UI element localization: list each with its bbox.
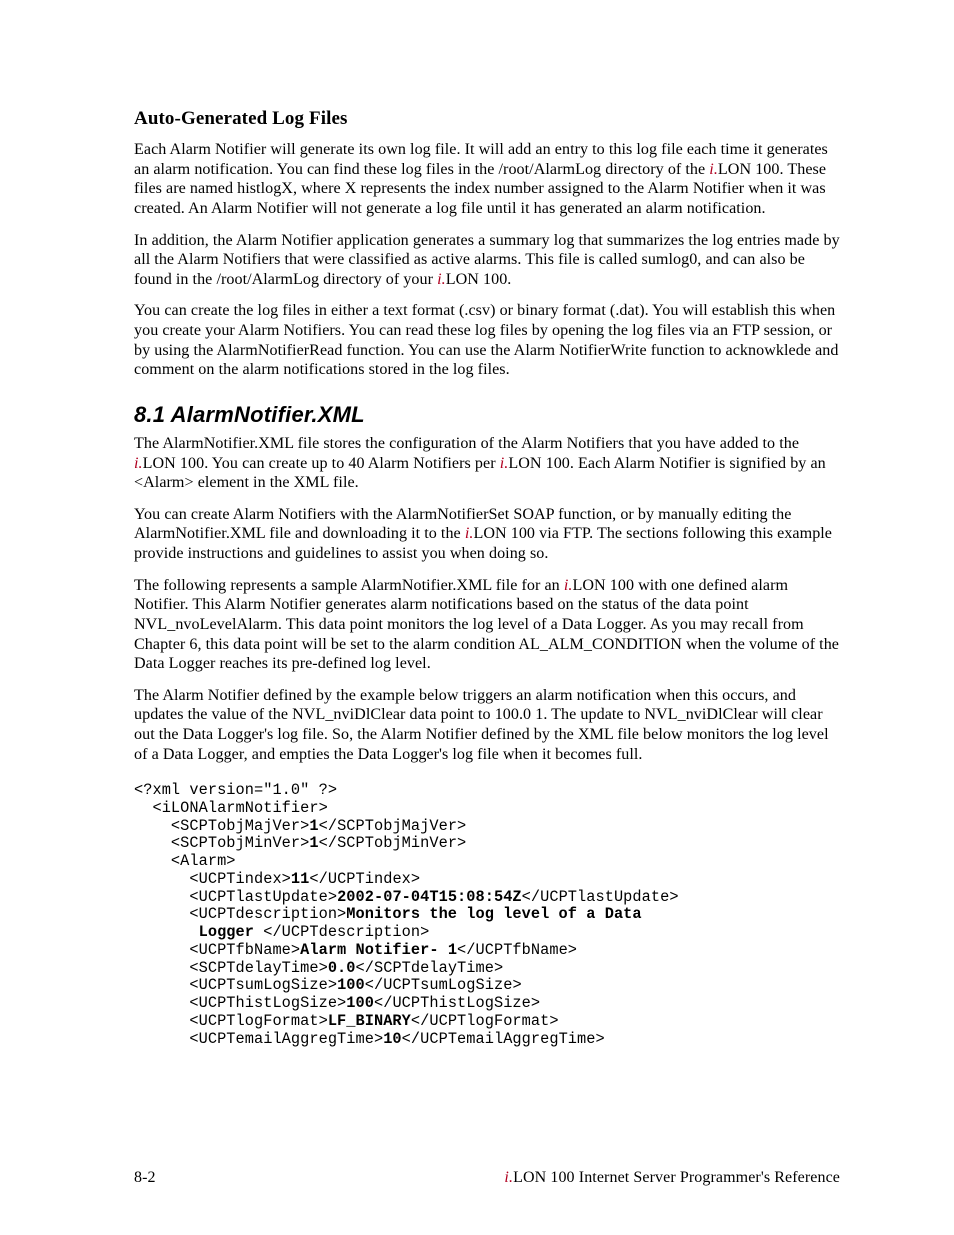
code-line: </UCPTindex> xyxy=(309,870,420,888)
ilon-marker: i. xyxy=(504,1169,513,1186)
footer-reference: i.LON 100 Internet Server Programmer's R… xyxy=(504,1169,840,1187)
body-paragraph: You can create Alarm Notifiers with the … xyxy=(134,505,840,564)
code-line: </UCPThistLogSize> xyxy=(374,994,540,1012)
code-line: <SCPTobjMinVer> xyxy=(134,834,309,852)
code-line: <UCPTsumLogSize> xyxy=(134,976,337,994)
code-line: <SCPTdelayTime> xyxy=(134,959,328,977)
code-value: Logger xyxy=(134,923,263,941)
code-value: Alarm Notifier- 1 xyxy=(300,941,457,959)
code-value: 1 xyxy=(309,817,318,835)
code-line: </UCPTlogFormat> xyxy=(411,1012,559,1030)
code-value: Monitors the log level of a Data xyxy=(346,905,641,923)
code-line: </UCPTsumLogSize> xyxy=(365,976,522,994)
code-value: 11 xyxy=(291,870,309,888)
code-line: <UCPTlogFormat> xyxy=(134,1012,328,1030)
code-value: LF_BINARY xyxy=(328,1012,411,1030)
code-line: </UCPTlastUpdate> xyxy=(522,888,679,906)
page-footer: 8-2 i.LON 100 Internet Server Programmer… xyxy=(134,1169,840,1187)
code-line: <Alarm> xyxy=(134,852,236,870)
code-value: 1 xyxy=(309,834,318,852)
body-paragraph: In addition, the Alarm Notifier applicat… xyxy=(134,231,840,290)
text: LON 100 Internet Server Programmer's Ref… xyxy=(513,1169,840,1186)
body-paragraph: The AlarmNotifier.XML file stores the co… xyxy=(134,434,840,493)
code-line: </SCPTobjMinVer> xyxy=(319,834,467,852)
code-line: <UCPTemailAggregTime> xyxy=(134,1030,383,1048)
body-paragraph: You can create the log files in either a… xyxy=(134,301,840,380)
code-line: <SCPTobjMajVer> xyxy=(134,817,309,835)
code-line: <UCPThistLogSize> xyxy=(134,994,346,1012)
code-value: 2002-07-04T15:08:54Z xyxy=(337,888,522,906)
body-paragraph: The Alarm Notifier defined by the exampl… xyxy=(134,686,840,765)
code-line: </SCPTobjMajVer> xyxy=(319,817,467,835)
code-line: <iLONAlarmNotifier> xyxy=(134,799,328,817)
code-line: <?xml version="1.0" ?> xyxy=(134,781,337,799)
ilon-marker: i. xyxy=(709,161,718,178)
code-line: </UCPTemailAggregTime> xyxy=(402,1030,605,1048)
body-paragraph: Each Alarm Notifier will generate its ow… xyxy=(134,140,840,219)
body-paragraph: The following represents a sample AlarmN… xyxy=(134,576,840,674)
xml-code-block: <?xml version="1.0" ?> <iLONAlarmNotifie… xyxy=(134,782,840,1048)
code-line: </SCPTdelayTime> xyxy=(356,959,504,977)
text: LON 100. xyxy=(446,271,512,288)
ilon-marker: i. xyxy=(134,455,143,472)
code-line: <UCPTindex> xyxy=(134,870,291,888)
code-line: <UCPTfbName> xyxy=(134,941,300,959)
text: The following represents a sample AlarmN… xyxy=(134,577,564,594)
code-value: 10 xyxy=(383,1030,401,1048)
section-heading: 8.1 AlarmNotifier.XML xyxy=(134,402,840,428)
page-number: 8-2 xyxy=(134,1169,156,1187)
code-value: 0.0 xyxy=(328,959,356,977)
ilon-marker: i. xyxy=(437,271,446,288)
code-line: <UCPTdescription> xyxy=(134,905,346,923)
code-value: 100 xyxy=(337,976,365,994)
code-value: 100 xyxy=(346,994,374,1012)
code-line: </UCPTfbName> xyxy=(457,941,577,959)
text: The AlarmNotifier.XML file stores the co… xyxy=(134,435,799,452)
subsection-heading: Auto-Generated Log Files xyxy=(134,108,840,130)
code-line: <UCPTlastUpdate> xyxy=(134,888,337,906)
code-line: </UCPTdescription> xyxy=(263,923,429,941)
text: LON 100. You can create up to 40 Alarm N… xyxy=(143,455,500,472)
